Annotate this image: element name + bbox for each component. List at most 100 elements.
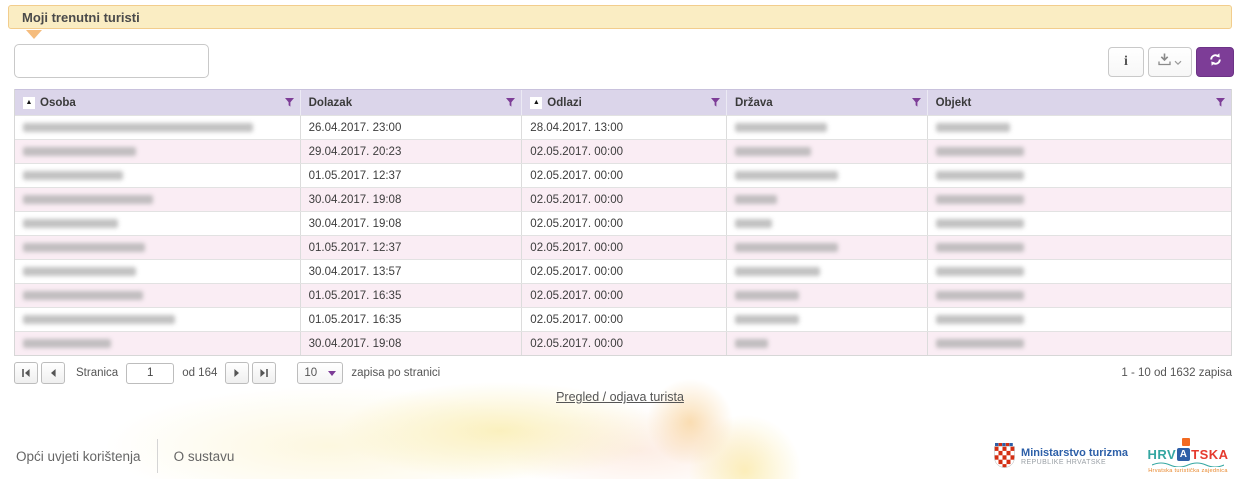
cell-odlazi: 02.05.2017. 00:00: [522, 260, 727, 283]
next-page-button[interactable]: [225, 362, 249, 384]
cell-osoba[interactable]: [15, 188, 301, 211]
cell-odlazi: 02.05.2017. 00:00: [522, 164, 727, 187]
cell-drzava: [727, 236, 928, 259]
redacted-person-name: [23, 171, 123, 180]
cell-dolazak: 30.04.2017. 19:08: [301, 332, 523, 355]
page-number-input[interactable]: [126, 363, 174, 384]
hrvatska-hrv: HRV: [1147, 447, 1176, 462]
cell-drzava: [727, 164, 928, 187]
cell-dolazak: 01.05.2017. 12:37: [301, 164, 523, 187]
cell-objekt[interactable]: [928, 164, 1231, 187]
redacted-country: [735, 267, 820, 276]
cell-drzava: [727, 116, 928, 139]
page-title-bar: Moji trenutni turisti: [8, 5, 1232, 29]
last-page-icon: [259, 368, 269, 378]
redacted-country: [735, 291, 799, 300]
info-button[interactable]: i: [1108, 47, 1144, 77]
about-link[interactable]: O sustavu: [158, 449, 251, 464]
cell-objekt[interactable]: [928, 284, 1231, 307]
redacted-object: [936, 339, 1024, 348]
table-row[interactable]: 30.04.2017. 19:08 02.05.2017. 00:00: [15, 211, 1231, 235]
cell-osoba[interactable]: [15, 116, 301, 139]
first-page-button[interactable]: [14, 362, 38, 384]
cell-odlazi: 02.05.2017. 00:00: [522, 284, 727, 307]
previous-page-icon: [48, 368, 58, 378]
cell-dolazak: 30.04.2017. 19:08: [301, 212, 523, 235]
filter-icon[interactable]: [285, 98, 294, 107]
tourist-overview-link[interactable]: Pregled / odjava turista: [556, 390, 684, 404]
cell-odlazi: 02.05.2017. 00:00: [522, 308, 727, 331]
column-header-drzava[interactable]: Država: [727, 90, 928, 115]
redacted-person-name: [23, 123, 253, 132]
table-row[interactable]: 26.04.2017. 23:00 28.04.2017. 13:00: [15, 115, 1231, 139]
cell-objekt[interactable]: [928, 140, 1231, 163]
per-page-label: zapisa po stranici: [351, 367, 440, 379]
filter-icon[interactable]: [506, 98, 515, 107]
sort-asc-icon: ▲: [530, 97, 542, 109]
last-page-button[interactable]: [252, 362, 276, 384]
cell-objekt[interactable]: [928, 212, 1231, 235]
cell-osoba[interactable]: [15, 236, 301, 259]
cell-drzava: [727, 212, 928, 235]
ministry-subtitle: REPUBLIKE HRVATSKE: [1021, 459, 1128, 466]
toolbar-buttons: i: [1108, 47, 1234, 77]
table-row[interactable]: 01.05.2017. 16:35 02.05.2017. 00:00: [15, 307, 1231, 331]
column-header-osoba[interactable]: ▲ Osoba: [15, 90, 301, 115]
cell-dolazak: 01.05.2017. 12:37: [301, 236, 523, 259]
table-row[interactable]: 30.04.2017. 19:08 02.05.2017. 00:00: [15, 331, 1231, 355]
cell-osoba[interactable]: [15, 164, 301, 187]
cell-osoba[interactable]: [15, 308, 301, 331]
table-row[interactable]: 29.04.2017. 20:23 02.05.2017. 00:00: [15, 139, 1231, 163]
redacted-country: [735, 123, 827, 132]
cell-drzava: [727, 260, 928, 283]
filter-icon[interactable]: [711, 98, 720, 107]
cell-osoba[interactable]: [15, 212, 301, 235]
terms-link[interactable]: Opći uvjeti korištenja: [0, 449, 157, 464]
cell-objekt[interactable]: [928, 236, 1231, 259]
cell-dolazak: 01.05.2017. 16:35: [301, 308, 523, 331]
cell-odlazi: 02.05.2017. 00:00: [522, 188, 727, 211]
action-link-wrap: Pregled / odjava turista: [0, 388, 1240, 406]
redacted-country: [735, 195, 777, 204]
cell-osoba[interactable]: [15, 284, 301, 307]
info-icon: i: [1124, 54, 1128, 70]
cell-osoba[interactable]: [15, 332, 301, 355]
download-icon: [1158, 53, 1171, 71]
cell-objekt[interactable]: [928, 260, 1231, 283]
cell-osoba[interactable]: [15, 140, 301, 163]
refresh-button[interactable]: [1196, 47, 1234, 77]
cell-objekt[interactable]: [928, 308, 1231, 331]
table-row[interactable]: 30.04.2017. 19:08 02.05.2017. 00:00: [15, 187, 1231, 211]
record-range-info: 1 - 10 od 1632 zapisa: [1121, 367, 1232, 379]
previous-page-button[interactable]: [41, 362, 65, 384]
hrvatska-tska: TSKA: [1191, 447, 1228, 462]
table-row[interactable]: 01.05.2017. 16:35 02.05.2017. 00:00: [15, 283, 1231, 307]
page-size-select[interactable]: 10: [297, 362, 343, 384]
filter-icon[interactable]: [912, 98, 921, 107]
cell-drzava: [727, 140, 928, 163]
column-header-dolazak[interactable]: Dolazak: [301, 90, 523, 115]
cell-objekt[interactable]: [928, 188, 1231, 211]
cell-objekt[interactable]: [928, 116, 1231, 139]
footer: Opći uvjeti korištenja O sustavu: [0, 433, 1240, 479]
filter-icon[interactable]: [1216, 98, 1225, 107]
orange-square-icon: [1182, 438, 1190, 446]
table-row[interactable]: 01.05.2017. 12:37 02.05.2017. 00:00: [15, 163, 1231, 187]
table-row[interactable]: 01.05.2017. 12:37 02.05.2017. 00:00: [15, 235, 1231, 259]
column-header-odlazi[interactable]: ▲ Odlazi: [522, 90, 727, 115]
table-row[interactable]: 30.04.2017. 13:57 02.05.2017. 00:00: [15, 259, 1231, 283]
redacted-person-name: [23, 243, 145, 252]
cell-dolazak: 29.04.2017. 20:23: [301, 140, 523, 163]
column-label: Osoba: [40, 97, 76, 109]
hrvatska-wordmark: HRVATSKA: [1147, 447, 1228, 462]
search-input[interactable]: [14, 44, 209, 78]
column-header-objekt[interactable]: Objekt: [928, 90, 1231, 115]
export-button[interactable]: [1148, 47, 1192, 77]
ministry-text: Ministarstvo turizma REPUBLIKE HRVATSKE: [1021, 447, 1128, 466]
cell-dolazak: 30.04.2017. 13:57: [301, 260, 523, 283]
column-label: Odlazi: [547, 97, 582, 109]
cell-objekt[interactable]: [928, 332, 1231, 355]
cell-osoba[interactable]: [15, 260, 301, 283]
redacted-country: [735, 219, 772, 228]
next-page-icon: [232, 368, 242, 378]
